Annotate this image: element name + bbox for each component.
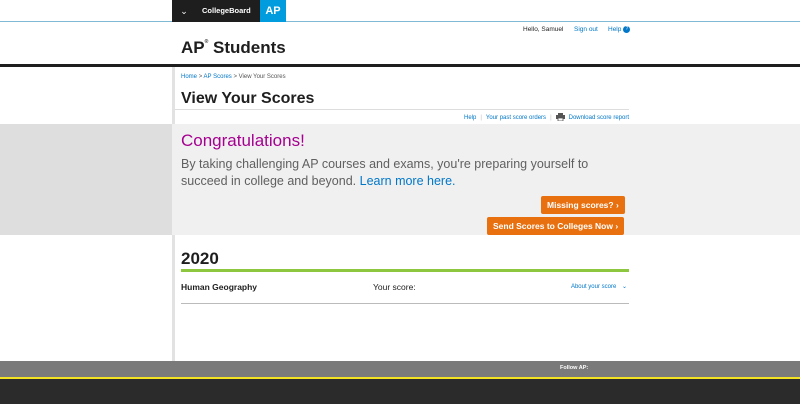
printer-icon (555, 113, 565, 123)
missing-scores-button[interactable]: Missing scores? › (541, 196, 625, 214)
score-row: Human Geography Your score: About your s… (181, 280, 629, 304)
past-score-orders-link[interactable]: Your past score orders (486, 115, 546, 121)
ap-students-brand[interactable]: AP® Students (181, 38, 286, 58)
score-year-heading: 2020 (181, 249, 219, 268)
download-score-report-link[interactable]: Download score report (569, 115, 629, 121)
breadcrumb-separator: > (198, 74, 203, 80)
breadcrumb-current: View Your Scores (238, 74, 286, 80)
year-divider (181, 269, 629, 272)
subnav-divider: | (480, 115, 482, 121)
brand-divider (0, 64, 800, 67)
ap-logo-text: AP (265, 5, 281, 17)
footer-bar (0, 361, 800, 377)
send-scores-button[interactable]: Send Scores to Colleges Now › (487, 217, 625, 235)
menu-toggle-button[interactable]: ⌄ (172, 0, 196, 22)
top-navigation-bar: ⌄ CollegeBoard AP (0, 0, 800, 22)
about-your-score-toggle[interactable]: About your score ⌄ (571, 283, 627, 290)
learn-more-link[interactable]: Learn more here. (360, 174, 456, 188)
collegeboard-logo[interactable]: CollegeBoard (196, 0, 260, 22)
banner-message: By taking challenging AP courses and exa… (181, 156, 631, 190)
subnav-help-link[interactable]: Help (464, 115, 476, 121)
breadcrumb-ap-scores[interactable]: AP Scores (204, 74, 232, 80)
brand-title: Students (208, 38, 286, 57)
registered-mark: ® (204, 39, 209, 45)
user-greeting: Hello, Samuel (523, 26, 564, 33)
title-divider (175, 109, 629, 110)
congratulations-heading: Congratulations! (181, 131, 305, 150)
breadcrumb-separator: > (233, 74, 237, 80)
about-your-score-label: About your score (570, 284, 617, 290)
help-icon[interactable]: ? (623, 26, 631, 33)
ap-logo[interactable]: AP (260, 0, 286, 22)
breadcrumb-home[interactable]: Home (181, 74, 197, 80)
exam-subject: Human Geography (181, 282, 258, 292)
collegeboard-logo-text: CollegeBoard (202, 6, 251, 15)
help-link[interactable]: Help (608, 26, 621, 33)
chevron-down-icon: ⌄ (621, 284, 627, 290)
page-title: View Your Scores (181, 90, 315, 107)
subnav-divider: | (550, 115, 552, 121)
sign-out-link[interactable]: Sign out (574, 26, 598, 33)
follow-ap-label: Follow AP: (560, 365, 589, 371)
chevron-down-icon: ⌄ (180, 6, 188, 16)
banner-left-panel (0, 124, 172, 235)
breadcrumb: Home > AP Scores > View Your Scores (181, 74, 286, 80)
footer-bottom (0, 379, 800, 404)
score-label: Your score: (373, 282, 416, 292)
brand-ap: AP (181, 38, 205, 57)
score-subnav: Help | Your past score orders | Download… (464, 113, 629, 123)
